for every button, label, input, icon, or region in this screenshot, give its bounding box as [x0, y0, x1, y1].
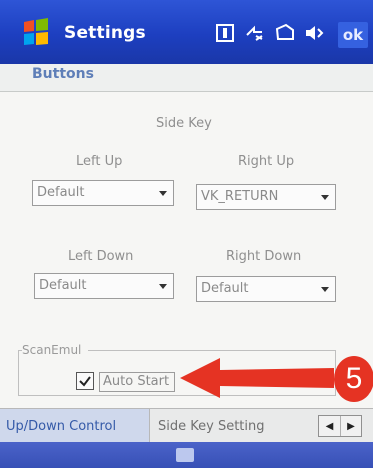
checkmark-icon: [79, 376, 91, 387]
tab-scroll-left-icon[interactable]: ◀: [319, 416, 340, 436]
left-up-label: Left Up: [76, 154, 123, 169]
annotation-arrow-icon: [180, 358, 334, 398]
app-title: Settings: [64, 23, 146, 43]
tab-side-key-setting[interactable]: Side Key Setting: [152, 409, 278, 443]
right-up-label: Right Up: [238, 154, 295, 169]
chevron-down-icon: [159, 284, 167, 289]
left-up-select[interactable]: Default: [32, 180, 174, 206]
chevron-down-icon: [159, 191, 167, 196]
status-icons: [214, 20, 326, 46]
battery-icon[interactable]: [274, 22, 296, 44]
right-down-label: Right Down: [226, 249, 302, 264]
right-up-select[interactable]: VK_RETURN: [196, 184, 336, 210]
ok-button[interactable]: ok: [338, 22, 368, 48]
soft-key-bar: [0, 442, 373, 468]
connectivity-icon[interactable]: [244, 22, 266, 44]
auto-start-label[interactable]: Auto Start: [99, 372, 175, 392]
left-down-label: Left Down: [68, 249, 134, 264]
tab-scroll-right-icon[interactable]: ▶: [339, 416, 361, 436]
right-down-select[interactable]: Default: [196, 276, 336, 302]
section-title: Side Key: [156, 116, 212, 131]
chevron-down-icon: [321, 287, 329, 292]
left-down-select[interactable]: Default: [34, 273, 174, 299]
left-up-value: Default: [37, 185, 85, 200]
keyboard-icon[interactable]: [176, 448, 194, 462]
volume-icon[interactable]: [304, 22, 326, 44]
step-badge: 5: [334, 356, 373, 402]
chevron-down-icon: [321, 195, 329, 200]
page-header: Buttons: [0, 64, 373, 92]
tab-up-down-control[interactable]: Up/Down Control: [0, 409, 150, 443]
right-down-value: Default: [201, 281, 249, 296]
input-panel-icon[interactable]: [214, 22, 236, 44]
tab-scroll-control: ◀ ▶: [318, 415, 362, 437]
page-title: Buttons: [32, 66, 94, 82]
tab-bar: Up/Down Control Side Key Setting ◀ ▶: [0, 408, 373, 443]
right-up-value: VK_RETURN: [201, 189, 279, 204]
windows-start-icon[interactable]: [18, 18, 52, 48]
left-down-value: Default: [39, 278, 87, 293]
title-bar: Settings ok: [0, 0, 373, 64]
auto-start-checkbox[interactable]: [76, 372, 94, 390]
scanemul-legend: ScanEmul: [22, 343, 82, 357]
